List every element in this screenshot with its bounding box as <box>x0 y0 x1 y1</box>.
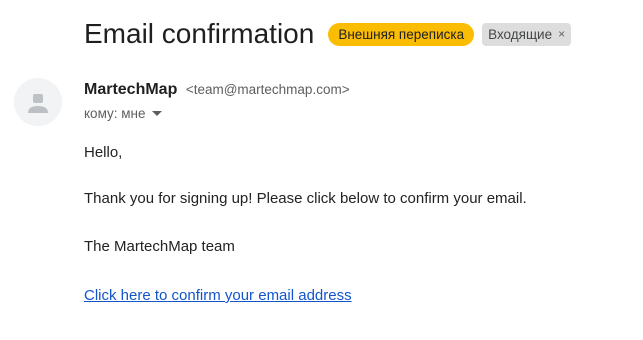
recipient-details-toggle[interactable]: кому: мне <box>84 106 162 121</box>
confirm-link-row: Click here to confirm your email address <box>84 287 352 304</box>
external-conversation-label[interactable]: Внешняя переписка <box>328 22 475 46</box>
subject-row: Email confirmation Внешняя переписка Вхо… <box>84 14 572 54</box>
body-signature: The MartechMap team <box>84 238 235 255</box>
caret-down-icon[interactable] <box>151 111 162 116</box>
sender-row: MartechMap <team@martechmap.com> <box>84 81 350 99</box>
email-subject: Email confirmation <box>84 18 315 49</box>
sender-email: <team@martechmap.com> <box>185 82 350 97</box>
close-icon[interactable]: × <box>558 26 565 43</box>
sender-name[interactable]: MartechMap <box>84 81 177 98</box>
recipient-text: кому: мне <box>84 106 146 121</box>
body-message: Thank you for signing up! Please click b… <box>84 190 527 207</box>
body-greeting: Hello, <box>84 144 123 161</box>
sender-avatar[interactable] <box>14 78 62 126</box>
confirm-email-link[interactable]: Click here to confirm your email address <box>84 287 352 304</box>
inbox-label[interactable]: Входящие × <box>482 22 572 46</box>
default-person-icon <box>14 78 62 126</box>
inbox-label-text: Входящие <box>488 26 553 42</box>
